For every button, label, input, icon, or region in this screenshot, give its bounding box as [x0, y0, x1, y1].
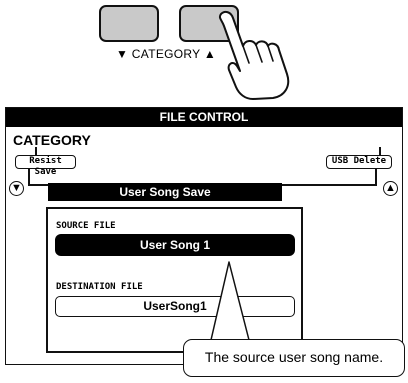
callout-pointer-cover: [212, 340, 248, 343]
